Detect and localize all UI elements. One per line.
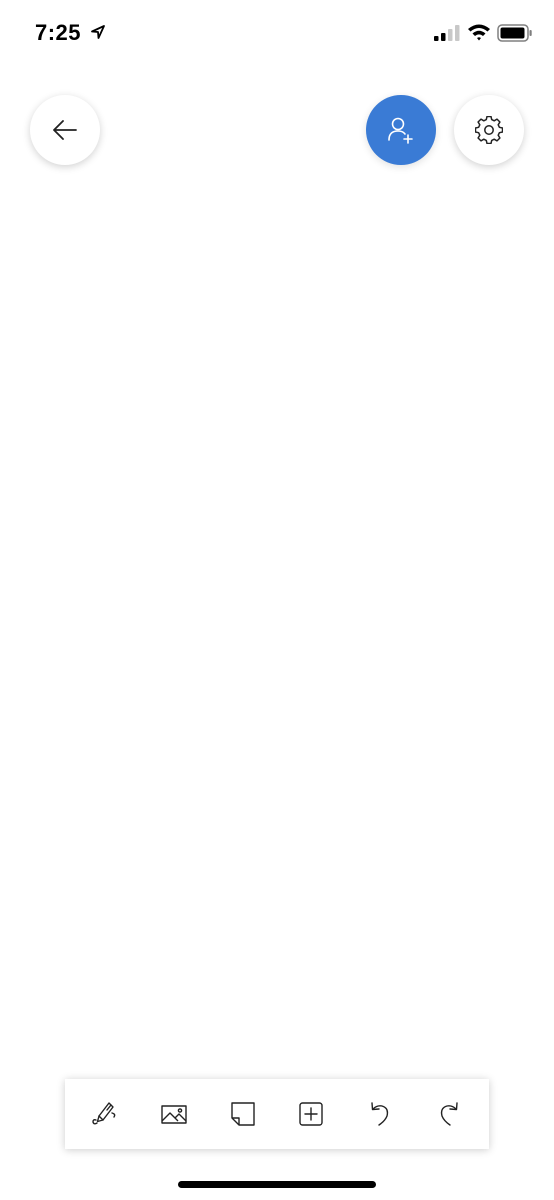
wifi-icon (468, 24, 490, 41)
add-box-icon (299, 1102, 323, 1126)
add-person-icon (388, 117, 413, 144)
undo-icon (371, 1102, 389, 1126)
location-arrow-icon (91, 25, 105, 39)
arrow-left-icon (53, 120, 77, 140)
pen-icon (92, 1102, 116, 1125)
redo-icon (440, 1102, 458, 1126)
cellular-signal-icon (434, 25, 460, 41)
whiteboard-canvas[interactable] (0, 180, 554, 1060)
back-button[interactable] (30, 95, 100, 165)
pen-tool-button[interactable] (80, 1089, 130, 1139)
add-participant-button[interactable] (366, 95, 436, 165)
whiteboard-screen: 7:25 (0, 0, 554, 1200)
add-item-button[interactable] (286, 1089, 336, 1139)
gear-icon (475, 116, 503, 144)
bottom-toolbar (65, 1079, 489, 1149)
undo-button[interactable] (355, 1089, 405, 1139)
status-bar: 7:25 (0, 0, 554, 70)
redo-button[interactable] (424, 1089, 474, 1139)
status-time: 7:25 (35, 20, 82, 45)
insert-image-button[interactable] (149, 1089, 199, 1139)
battery-icon (497, 24, 532, 42)
image-icon (161, 1105, 187, 1124)
home-indicator (178, 1181, 376, 1188)
sticky-note-button[interactable] (218, 1089, 268, 1139)
settings-button[interactable] (454, 95, 524, 165)
sticky-note-icon (230, 1102, 255, 1126)
